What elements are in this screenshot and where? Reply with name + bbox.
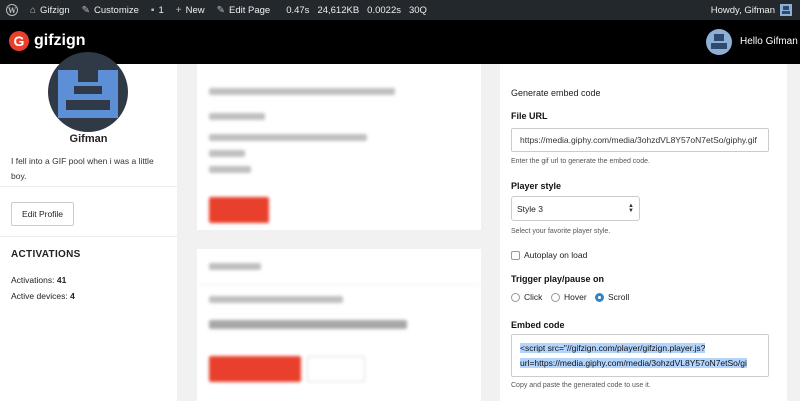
trigger-click-label: Click [524,292,543,302]
site-logo-text[interactable]: gifzign [34,32,86,50]
embed-code-label: Embed code [511,320,565,330]
player-style-select[interactable]: Style 3 ▲ ▼ [511,196,640,221]
trigger-hover-label: Hover [564,292,587,302]
embed-generator-panel: Generate embed code File URL https://med… [500,64,787,401]
stat-queries: 30Q [408,4,427,16]
trigger-scroll-label: Scroll [608,292,630,302]
comment-icon: ▪ [150,4,155,16]
embed-code-help: Copy and paste the generated code to use… [511,382,651,389]
file-url-label: File URL [511,111,548,121]
divider [0,236,177,237]
profile-sidebar: Gifman I fell into a GIF pool when i was… [0,52,177,401]
trigger-click-radio[interactable] [511,293,520,302]
query-monitor-stats[interactable]: 0.47s 24,612KB 0.0022s 30Q [276,0,437,20]
embed-code-textarea[interactable]: <script src="//gifzign.com/player/gifzig… [511,334,769,377]
file-url-input[interactable]: https://media.giphy.com/media/3ohzdVL8Y5… [511,128,769,152]
panel-heading: Generate embed code [511,88,601,98]
comments-link[interactable]: ▪ 1 [145,0,170,20]
embed-code-line-1: <script src="//gifzign.com/player/gifzig… [520,343,706,353]
profile-name: Gifman [69,133,108,145]
new-content-link[interactable]: + New [170,0,211,20]
stat-memory: 24,612KB [317,4,360,16]
player-style-help: Select your favorite player style. [511,228,611,235]
edit-profile-button[interactable]: Edit Profile [11,202,74,226]
select-arrows-icon: ▲ ▼ [628,202,634,214]
admin-bar: W ⌂ Gifzign ✎ Customize ▪ 1 + New ✎ Edit… [0,0,800,20]
wordpress-logo-icon: W [6,4,18,16]
player-style-label: Player style [511,181,562,191]
copy-api-key-button[interactable] [209,356,301,382]
customize-link[interactable]: ✎ Customize [76,0,145,20]
edit-page-link[interactable]: ✎ Edit Page [211,0,277,20]
header-avatar[interactable] [706,29,732,55]
trigger-hover-radio[interactable] [551,293,560,302]
plus-icon: + [175,4,182,16]
download-button[interactable] [209,197,269,223]
site-name-link[interactable]: ⌂ Gifzign [24,0,76,20]
trigger-label: Trigger play/pause on [511,274,605,284]
embed-code-line-2: url=https://media.giphy.com/media/3ohzdV… [520,358,747,368]
pencil-icon: ✎ [216,4,225,16]
my-account-link[interactable]: Howdy, Gifman [711,0,792,20]
file-url-help: Enter the gif url to generate the embed … [511,158,650,165]
autoplay-checkbox[interactable] [511,251,520,260]
regenerate-button[interactable] [307,356,365,382]
home-icon: ⌂ [30,4,37,16]
user-avatar-small [780,4,792,16]
active-devices-count: Active devices: 4 [11,291,75,301]
activations-heading: ACTIVATIONS [11,249,81,260]
download-card [197,64,481,230]
stat-time: 0.47s [286,4,310,16]
wordpress-menu[interactable]: W [0,0,24,20]
logo-icon[interactable]: G [9,31,29,51]
header-user-greeting[interactable]: Hello Gifman [740,36,798,47]
brush-icon: ✎ [81,4,91,16]
api-key-card [197,249,481,401]
stat-db-time: 0.0022s [367,4,401,16]
profile-avatar [48,52,128,132]
autoplay-label: Autoplay on load [524,250,588,260]
divider [0,186,177,187]
activations-count: Activations: 41 [11,275,67,285]
profile-bio: I fell into a GIF pool when i was a litt… [11,156,154,181]
trigger-scroll-radio[interactable] [595,293,604,302]
site-header: G gifzign Hello Gifman [0,20,800,64]
